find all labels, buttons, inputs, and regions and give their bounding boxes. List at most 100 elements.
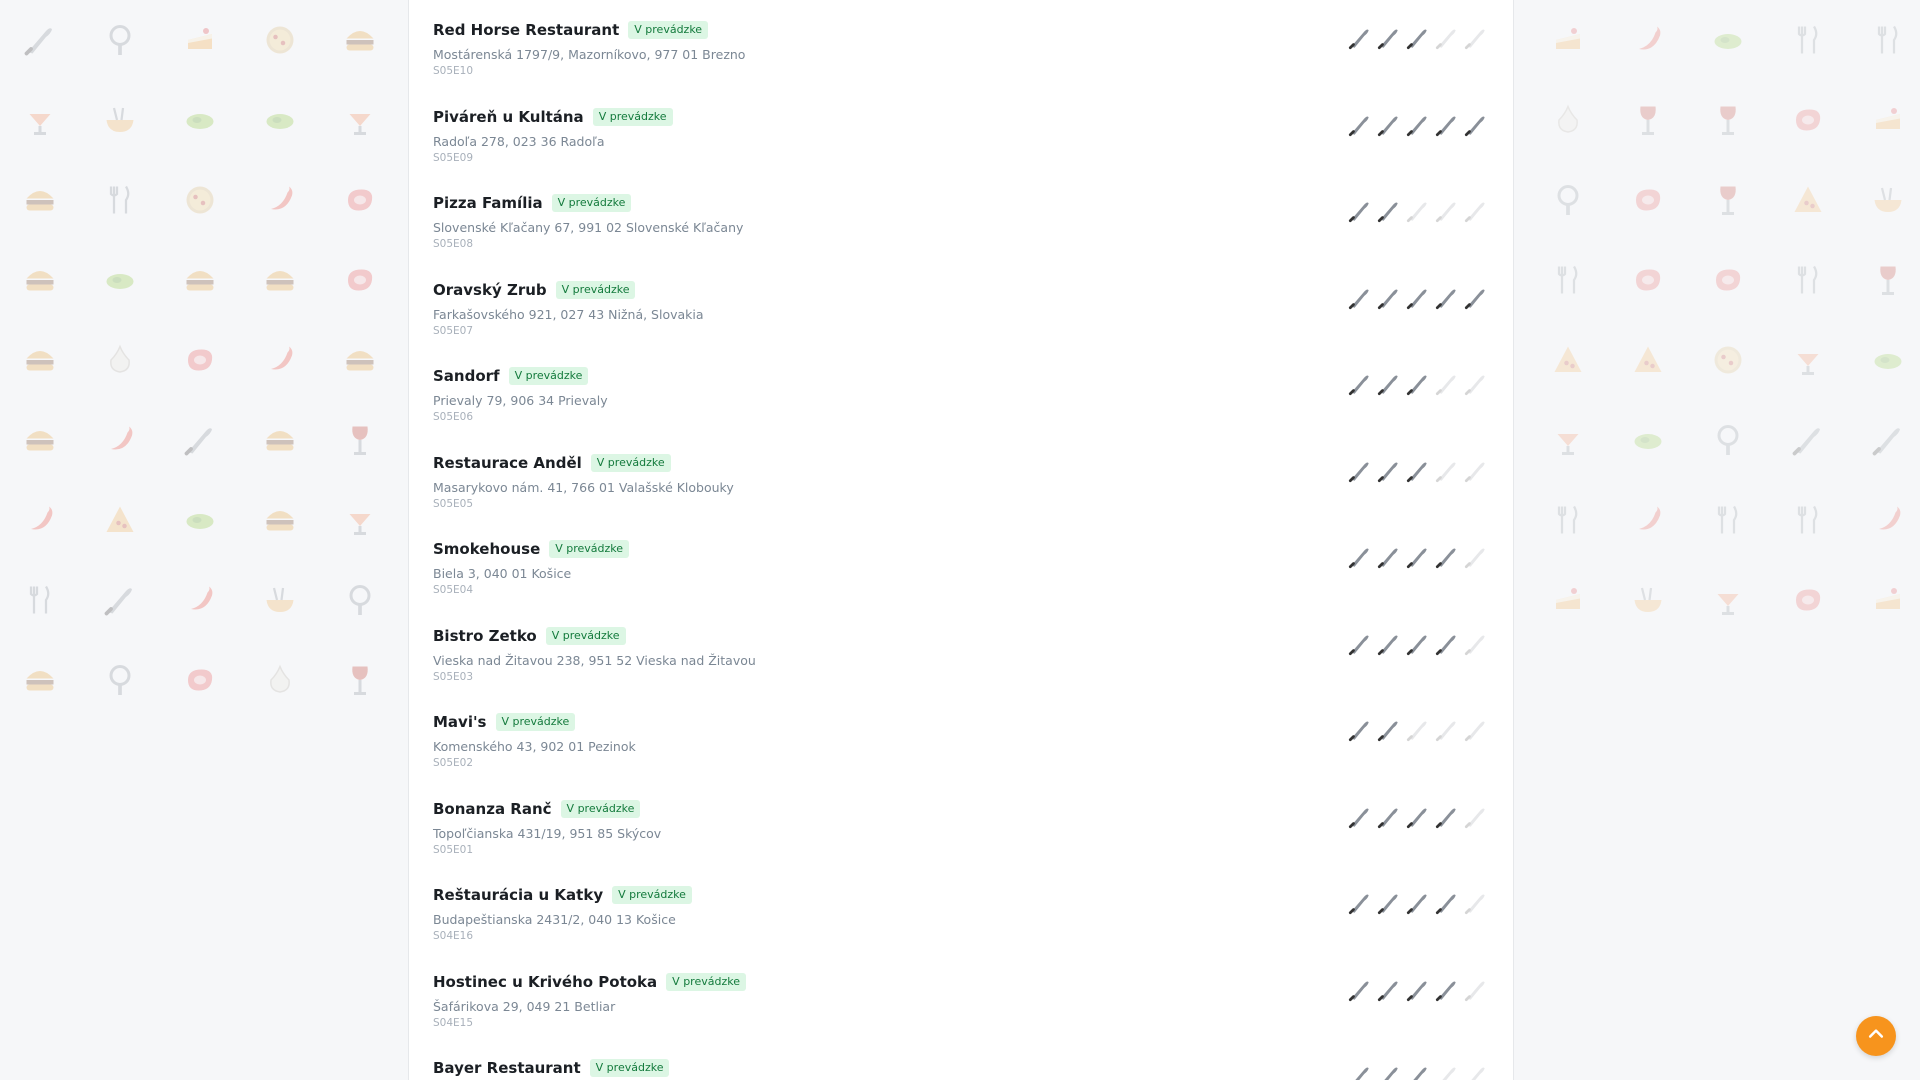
restaurant-row[interactable]: Mavi's V prevádzke Komenského 43, 902 01 P… (409, 692, 1513, 778)
knife-icon (1434, 544, 1460, 570)
restaurant-name[interactable]: Pizza Família (433, 194, 543, 212)
salad-icon (1630, 422, 1666, 458)
restaurant-name[interactable]: Bonanza Ranč (433, 800, 552, 818)
knife-icon (1405, 458, 1431, 484)
whisk-icon (1550, 182, 1586, 218)
restaurant-row[interactable]: Red Horse Restaurant V prevádzke Mostárens… (409, 0, 1513, 86)
knife-icon (1434, 890, 1460, 916)
knife-icon (1405, 285, 1431, 311)
whisk-icon (342, 582, 378, 618)
status-badge: V prevádzke (551, 194, 632, 212)
restaurant-row[interactable]: Piváreň u Kultána V prevádzke Radoľa 278, … (409, 87, 1513, 173)
knife-icon (1434, 977, 1460, 1003)
restaurant-address: Prievaly 79, 906 34 Prievaly (433, 393, 608, 408)
knife-icon (1463, 1063, 1489, 1080)
background-pattern-left (0, 0, 408, 1080)
episode-code: S05E01 (433, 843, 474, 856)
cocktail-icon (342, 502, 378, 538)
knife-icon (1376, 717, 1402, 743)
knife-rating (1344, 544, 1489, 570)
restaurant-title: Restaurace Anděl V prevádzke (433, 453, 671, 472)
knife-rating (1344, 890, 1489, 916)
restaurant-name[interactable]: Mavi's (433, 713, 487, 731)
pizza-slice-icon (102, 502, 138, 538)
restaurant-address: Vieska nad Žitavou 238, 951 52 Vieska na… (433, 652, 756, 668)
episode-code: S05E08 (433, 238, 474, 250)
restaurant-name[interactable]: Bayer Restaurant (433, 1059, 581, 1077)
steak-icon (342, 182, 378, 218)
restaurant-name[interactable]: Reštaurácia u Katky (433, 886, 603, 904)
cocktail-icon (1710, 582, 1746, 618)
knife-icon (1405, 890, 1431, 916)
restaurant-row[interactable]: Restaurace Anděl V prevádzke Masarykovo ná… (409, 433, 1513, 519)
restaurant-row[interactable]: Bistro Zetko V prevádzke Vieska nad Žitavo… (409, 606, 1513, 692)
restaurant-name[interactable]: Red Horse Restaurant (433, 21, 619, 39)
burger-icon (22, 342, 58, 378)
restaurant-title: Bayer Restaurant V prevádzke (433, 1059, 670, 1077)
restaurant-row[interactable]: Sandorf V prevádzke Prievaly 79, 906 34 Pr… (409, 346, 1513, 432)
knife-icon (1347, 804, 1373, 830)
knife-icon (1376, 458, 1402, 484)
knife-icon (1376, 804, 1402, 830)
fork-knife-icon (1790, 502, 1826, 538)
knife-icon (1376, 890, 1402, 916)
knife-icon (1405, 631, 1431, 657)
status-badge: V prevádzke (555, 280, 636, 299)
restaurant-row[interactable]: Bonanza Ranč V prevádzke Topoľčianska 431/… (409, 779, 1513, 865)
knife-icon (1463, 804, 1489, 830)
restaurant-row[interactable]: Bayer Restaurant V prevádzke (409, 1038, 1513, 1080)
knife-icon (1347, 977, 1373, 1003)
knife-icon (1405, 198, 1431, 224)
restaurant-name[interactable]: Smokehouse (433, 540, 540, 558)
knife-rating (1344, 458, 1489, 484)
whisk-icon (102, 662, 138, 698)
knife-icon (1347, 544, 1373, 570)
status-badge: V prevádzke (592, 107, 673, 126)
knife-icon (1463, 890, 1489, 916)
restaurant-row[interactable]: Smokehouse V prevádzke Biela 3, 040 01 Koš… (409, 519, 1513, 605)
knife-rating (1344, 112, 1489, 138)
restaurant-name[interactable]: Hostinec u Krivého Potoka (433, 973, 657, 991)
knife-icon (1434, 25, 1460, 51)
fork-knife-icon (1790, 22, 1826, 58)
knife-icon (1463, 977, 1489, 1003)
restaurant-row[interactable]: Oravský Zrub V prevádzke Farkašovského 921… (409, 260, 1513, 346)
restaurant-title: Sandorf V prevádzke (433, 367, 589, 385)
status-badge: V prevádzke (612, 886, 692, 904)
knife-icon (1790, 422, 1826, 458)
burger-icon (22, 262, 58, 298)
restaurant-list: Red Horse Restaurant V prevádzke Mostárens… (408, 0, 1514, 1080)
restaurant-name[interactable]: Bistro Zetko (433, 627, 537, 645)
restaurant-name[interactable]: Oravský Zrub (433, 281, 547, 299)
knife-icon (22, 22, 58, 58)
fork-knife-icon (102, 182, 138, 218)
cake-icon (182, 22, 218, 58)
cocktail-icon (22, 102, 58, 138)
restaurant-name[interactable]: Sandorf (433, 367, 500, 385)
knife-icon (1376, 25, 1402, 51)
scroll-to-top-button[interactable] (1856, 1016, 1896, 1056)
restaurant-row[interactable]: Hostinec u Krivého Potoka V prevádzke Šafá… (409, 952, 1513, 1038)
restaurant-row[interactable]: Reštaurácia u Katky V prevádzke Budapeštia… (409, 865, 1513, 951)
restaurant-row[interactable]: Pizza Família V prevádzke Slovenské Kľačan… (409, 173, 1513, 259)
knife-icon (1405, 977, 1431, 1003)
restaurant-name[interactable]: Restaurace Anděl (433, 454, 582, 472)
fork-knife-icon (1870, 22, 1906, 58)
knife-icon (1376, 1063, 1402, 1080)
steak-icon (1630, 262, 1666, 298)
episode-code: S05E10 (433, 65, 474, 77)
cocktail-icon (342, 102, 378, 138)
status-badge: V prevádzke (666, 972, 746, 991)
knife-icon (1463, 717, 1489, 743)
burger-icon (22, 662, 58, 698)
restaurant-address: Mostárenská 1797/9, Mazorníkovo, 977 01 … (433, 47, 746, 62)
knife-icon (1434, 717, 1460, 743)
wine-icon (1710, 182, 1746, 218)
knife-icon (1347, 890, 1373, 916)
pizza-icon (1710, 342, 1746, 378)
pizza-slice-icon (1550, 342, 1586, 378)
knife-icon (1463, 544, 1489, 570)
restaurant-name[interactable]: Piváreň u Kultána (433, 108, 584, 126)
burger-icon (342, 342, 378, 378)
knife-icon (1463, 371, 1489, 397)
